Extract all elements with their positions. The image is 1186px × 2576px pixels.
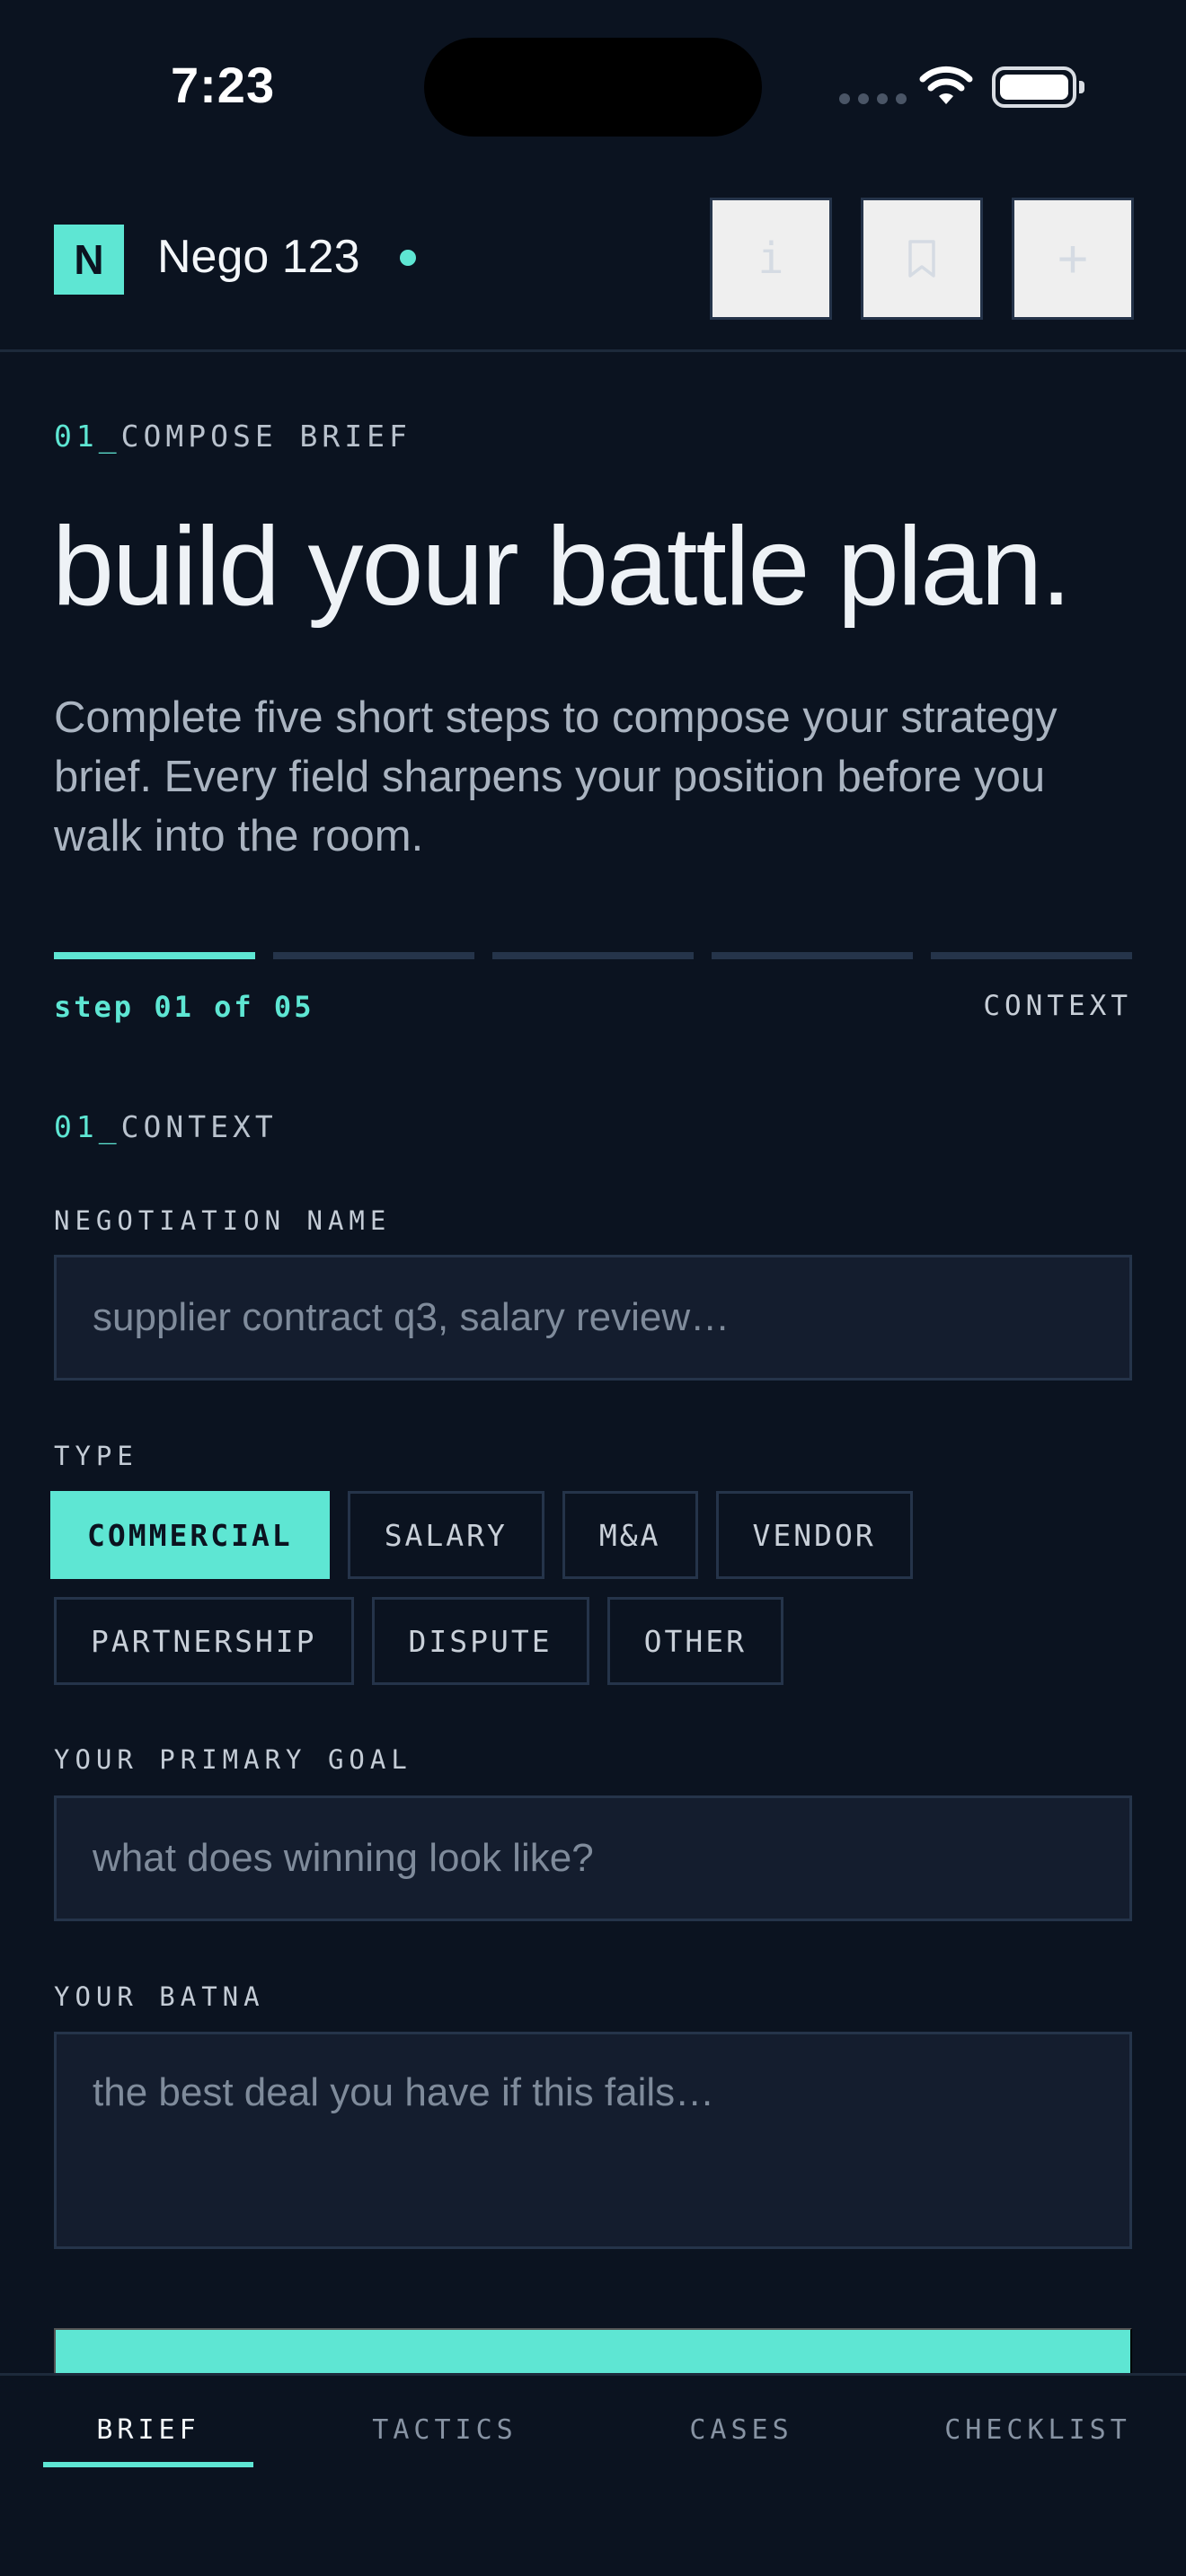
type-chip-commercial[interactable]: COMMERCIAL [50, 1491, 330, 1579]
form-kicker-number: 01_ [54, 1109, 121, 1144]
bottom-tab-bar: BRIEF TACTICS CASES CHECKLIST [0, 2373, 1186, 2576]
type-chip-salary[interactable]: SALARY [347, 1491, 544, 1579]
type-chip-row: COMMERCIAL SALARY M&A VENDOR [50, 1491, 913, 1579]
type-chip-row: PARTNERSHIP DISPUTE OTHER [54, 1597, 783, 1685]
type-chip-vendor[interactable]: VENDOR [715, 1491, 913, 1579]
app-screen: 7:23 N Nego 123 i + 01_COMPOSE BRIEF bui… [0, 0, 1186, 2576]
step-counter: step 01 of 05 [54, 990, 314, 1024]
section-kicker-number: 01_ [54, 419, 121, 454]
bookmark-button[interactable] [861, 198, 983, 320]
plus-icon: + [1057, 228, 1089, 289]
progress-segment [273, 952, 474, 959]
page-intro: Complete five short steps to compose you… [54, 693, 1058, 860]
app-title: Nego 123 [157, 231, 360, 283]
negotiation-name-label: NEGOTIATION NAME [54, 1205, 392, 1236]
progress-segment [54, 952, 255, 959]
section-kicker: 01_COMPOSE BRIEF [54, 419, 412, 454]
app-logo: N [54, 225, 124, 295]
type-chip-m-a[interactable]: M&A [562, 1491, 698, 1579]
primary-goal-label: YOUR PRIMARY GOAL [54, 1744, 412, 1775]
type-label: TYPE [54, 1441, 138, 1471]
active-tab-indicator [43, 2462, 253, 2467]
page-title: build your battle plan. [52, 505, 1072, 629]
status-time: 7:23 [171, 57, 276, 113]
negotiation-name-input[interactable] [54, 1255, 1132, 1381]
bookmark-icon [908, 240, 935, 278]
form-kicker-text: CONTEXT [120, 1109, 278, 1144]
form-section-kicker: 01_CONTEXT [54, 1109, 278, 1144]
tab-cases[interactable]: CASES [593, 2376, 890, 2483]
wifi-icon [919, 66, 973, 104]
type-chip-partnership[interactable]: PARTNERSHIP [54, 1597, 354, 1685]
tab-checklist[interactable]: CHECKLIST [890, 2376, 1186, 2483]
step-name: CONTEXT [983, 990, 1132, 1022]
progress-segment [712, 952, 913, 959]
progress-segment [931, 952, 1132, 959]
step-progress-bar [54, 952, 1132, 959]
cellular-signal-icon [839, 93, 907, 104]
battery-icon [992, 66, 1084, 108]
tab-brief[interactable]: BRIEF [0, 2376, 296, 2483]
status-dot [400, 250, 416, 266]
primary-goal-input[interactable] [54, 1795, 1132, 1921]
batna-label: YOUR BATNA [54, 1981, 265, 2012]
add-button[interactable]: + [1012, 198, 1134, 320]
tab-tactics[interactable]: TACTICS [296, 2376, 593, 2483]
info-icon: i [757, 234, 784, 284]
app-header: N Nego 123 i + [0, 171, 1186, 352]
section-kicker-text: COMPOSE BRIEF [120, 419, 412, 454]
type-chip-dispute[interactable]: DISPUTE [371, 1597, 589, 1685]
progress-segment [492, 952, 694, 959]
status-bar: 7:23 [0, 0, 1186, 171]
type-chip-other[interactable]: OTHER [606, 1597, 783, 1685]
batna-textarea[interactable] [54, 2032, 1132, 2249]
info-button[interactable]: i [710, 198, 832, 320]
dynamic-island [424, 38, 762, 137]
